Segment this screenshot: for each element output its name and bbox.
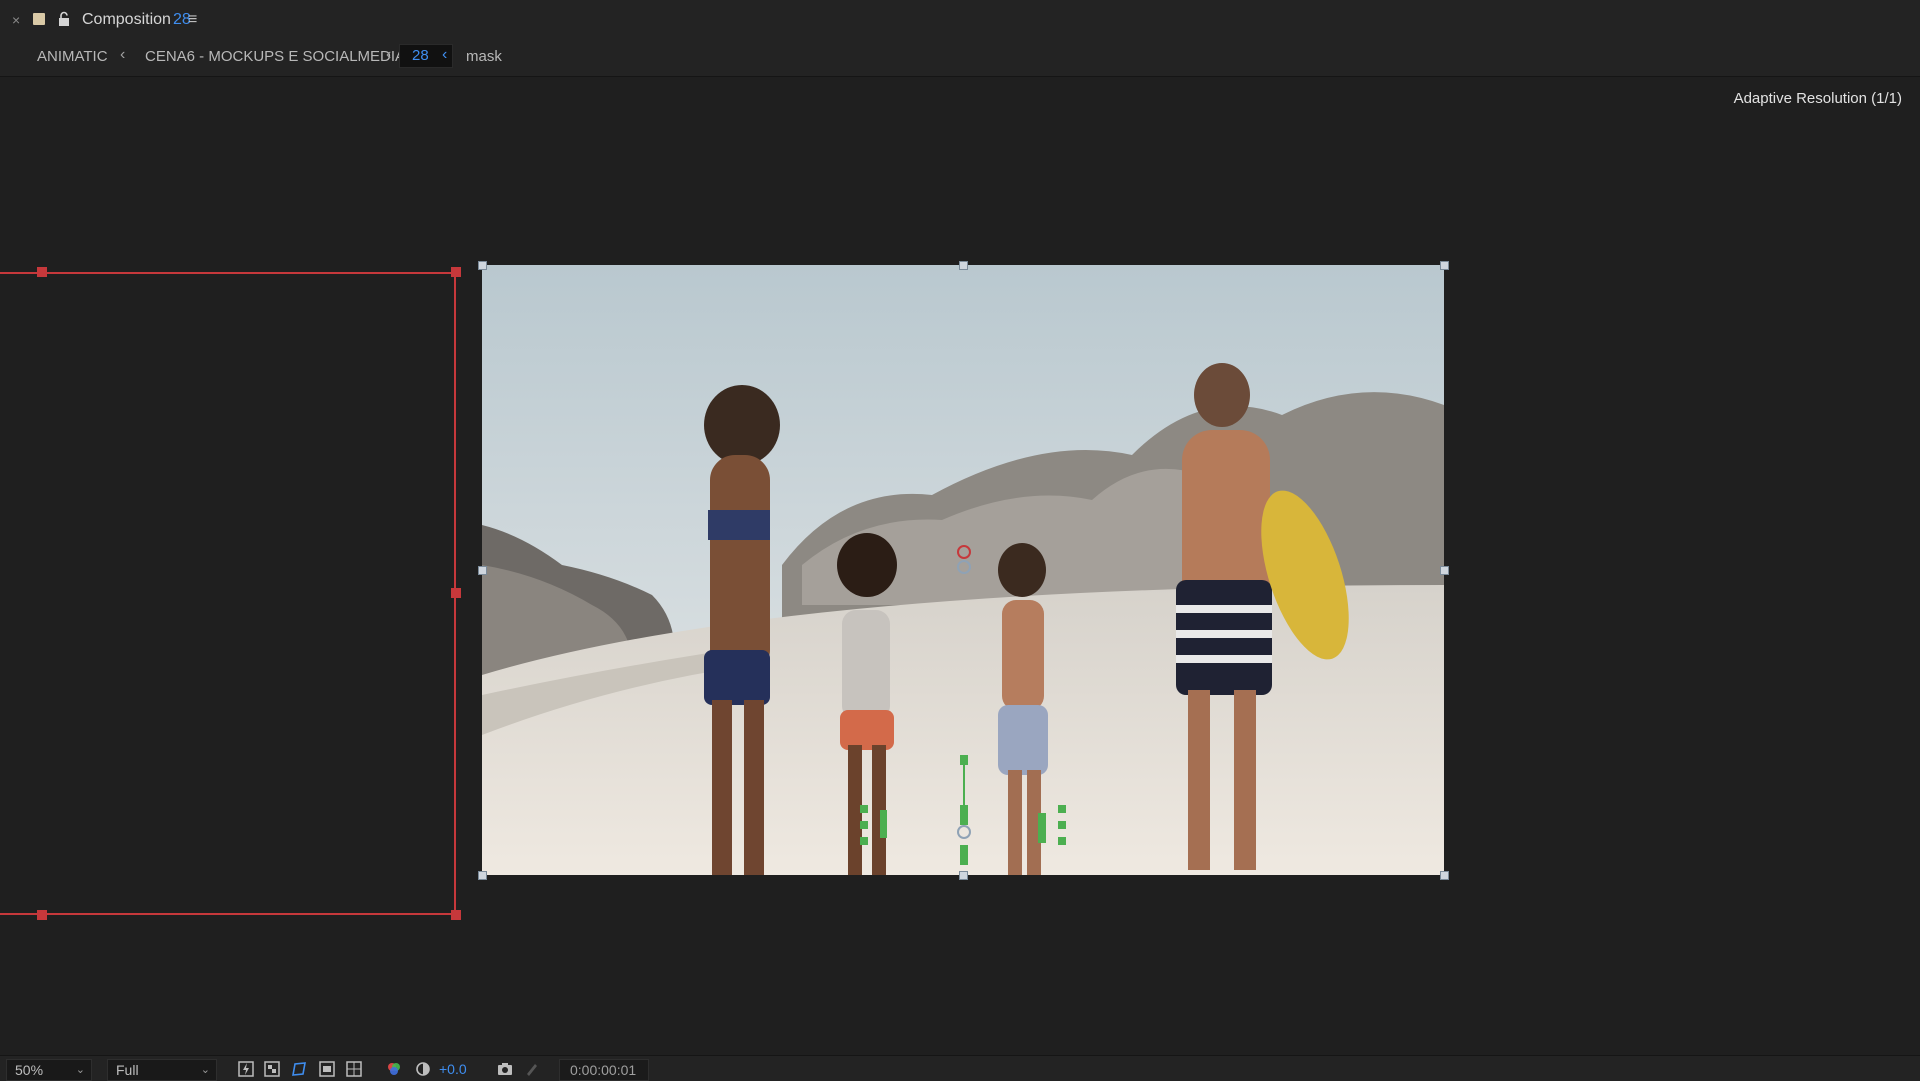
chevron-down-icon: ⌄ — [200, 1064, 210, 1076]
layer-handle[interactable] — [451, 588, 461, 598]
transform-handle[interactable] — [1440, 261, 1449, 270]
zoom-dropdown[interactable]: 50% ⌄ — [6, 1059, 92, 1081]
layer-handle[interactable] — [451, 910, 461, 920]
composition-image[interactable] — [482, 265, 1444, 875]
layer-handle[interactable] — [37, 910, 47, 920]
fast-previews-icon[interactable] — [238, 1061, 254, 1077]
transform-handle[interactable] — [478, 566, 487, 575]
resolution-dropdown[interactable]: Full ⌄ — [107, 1059, 217, 1081]
channel-icon[interactable] — [386, 1061, 402, 1077]
composition-breadcrumb: ANIMATIC ‹ CENA6 - MOCKUPS E SOCIALMEDIA… — [0, 40, 1920, 77]
region-of-interest-icon[interactable] — [319, 1061, 335, 1077]
resolution-value: Full — [116, 1062, 139, 1078]
lock-icon[interactable] — [57, 11, 71, 27]
breadcrumb-item-mask[interactable]: mask — [466, 48, 502, 65]
transform-handle[interactable] — [478, 871, 487, 880]
composition-swatch-icon — [33, 13, 45, 25]
panel-title[interactable]: Composition 28 — [82, 11, 191, 29]
breadcrumb-item-animatic[interactable]: ANIMATIC — [37, 48, 108, 65]
composition-viewer[interactable]: Adaptive Resolution (1/1) — [0, 77, 1920, 1054]
beach-family-photo — [482, 265, 1444, 875]
transform-handle[interactable] — [1440, 871, 1449, 880]
composition-panel-header: × Composition 28 ≡ — [0, 0, 1920, 40]
zoom-value: 50% — [15, 1062, 44, 1078]
transform-handle[interactable] — [959, 871, 968, 880]
mask-visibility-icon[interactable] — [291, 1061, 307, 1077]
chevron-left-icon: ‹ — [120, 46, 126, 63]
transform-handle[interactable] — [959, 261, 968, 270]
show-snapshot-icon[interactable] — [524, 1061, 540, 1077]
adaptive-resolution-label: Adaptive Resolution (1/1) — [1733, 90, 1902, 107]
menu-icon[interactable]: ≡ — [188, 11, 197, 29]
transform-handle[interactable] — [478, 261, 487, 270]
layer-bounding-box[interactable] — [0, 272, 456, 915]
breadcrumb-item-cena6[interactable]: CENA6 - MOCKUPS E SOCIALMEDIA — [145, 48, 405, 65]
current-time-display[interactable]: 0:00:00:01 — [559, 1059, 649, 1081]
chevron-down-icon: ⌄ — [75, 1064, 85, 1076]
viewer-toolbar: 50% ⌄ Full ⌄ +0.0 0:00:00:01 — [0, 1055, 1920, 1081]
chevron-left-icon: ‹ — [386, 46, 392, 63]
chevron-left-icon: ‹ — [442, 46, 448, 63]
close-icon[interactable]: × — [12, 12, 20, 28]
layer-handle[interactable] — [37, 267, 47, 277]
panel-title-text: Composition — [82, 11, 171, 28]
reset-exposure-icon[interactable] — [415, 1061, 431, 1077]
snapshot-icon[interactable] — [497, 1061, 513, 1077]
exposure-value[interactable]: +0.0 — [439, 1061, 467, 1077]
layer-handle[interactable] — [451, 267, 461, 277]
grid-guides-icon[interactable] — [346, 1061, 362, 1077]
transform-handle[interactable] — [1440, 566, 1449, 575]
transparency-grid-icon[interactable] — [264, 1061, 280, 1077]
